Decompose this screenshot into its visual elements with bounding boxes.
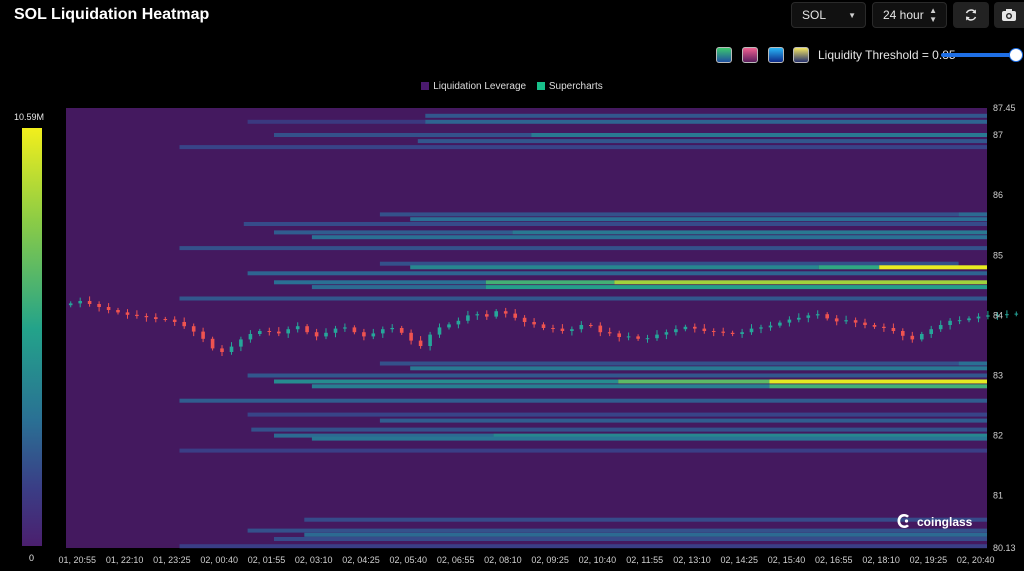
y-tick-label: 85 [993,250,1003,260]
liquidity-band [251,427,988,432]
liquidity-band [179,246,987,251]
liquidity-band [769,384,987,389]
x-tick-label: 01, 20:55 [59,555,97,565]
x-tick-label: 02, 00:40 [200,555,238,565]
x-tick-label: 02, 05:40 [390,555,428,565]
candle [1014,311,1019,317]
x-tick-label: 02, 15:40 [768,555,806,565]
x-tick-label: 02, 03:10 [295,555,333,565]
liquidity-band [274,379,619,384]
x-tick-label: 02, 11:55 [626,555,663,565]
liquidity-band [769,379,987,384]
y-tick-label: 83 [993,371,1003,381]
x-tick-label: 02, 06:55 [437,555,475,565]
liquidity-band [179,448,987,453]
x-tick-label: 02, 14:25 [721,555,759,565]
liquidity-band [304,517,987,522]
liquidity-band [485,285,987,290]
liquidity-band [311,285,486,290]
y-tick-label: 86 [993,190,1003,200]
x-tick-label: 02, 09:25 [531,555,569,565]
y-tick-label: 80.13 [993,543,1016,553]
y-tick-label: 81 [993,491,1003,501]
liquidity-band [879,265,987,270]
time-axis: 01, 20:55 01, 22:10 01, 23:25 02, 00:40 02, … [59,555,995,565]
liquidity-band [410,217,987,222]
liquidity-band [274,537,987,541]
y-tick-label: 82 [993,431,1003,441]
liquidation-heatmap-chart[interactable]: 87.45 87 86 85 84 83 82 81 80.13 01, 20:55 01, 22… [0,0,1024,571]
liquidity-band [311,235,987,240]
price-axis: 87.45 87 86 85 84 83 82 81 80.13 [993,103,1016,553]
liquidity-band [274,230,513,235]
liquidity-band [247,528,988,533]
liquidity-band [410,366,987,371]
liquidity-band [410,265,819,270]
liquidity-band [179,544,987,549]
liquidity-band [247,373,988,378]
liquidity-band [247,412,988,417]
candle [1005,310,1009,319]
x-tick-label: 02, 08:10 [484,555,522,565]
x-tick-label: 02, 20:40 [957,555,995,565]
x-tick-label: 01, 22:10 [106,555,144,565]
y-tick-label: 84 [993,310,1003,320]
liquidity-band [818,265,880,270]
x-tick-label: 01, 23:25 [153,555,191,565]
x-tick-label: 02, 19:25 [910,555,948,565]
liquidity-band [379,261,959,266]
liquidity-band [311,436,987,441]
coinglass-logo-text: coinglass [917,515,973,529]
liquidity-band [618,379,770,384]
liquidity-band [425,113,987,118]
liquidity-band [274,133,532,137]
liquidity-band [247,119,426,124]
liquidity-band [379,361,959,366]
x-tick-label: 02, 01:55 [248,555,286,565]
x-tick-label: 02, 16:55 [815,555,853,565]
liquidity-band [247,271,988,276]
liquidity-band [425,119,987,124]
x-tick-label: 02, 04:25 [342,555,380,565]
liquidity-band [531,133,987,137]
liquidity-band [417,139,987,144]
x-tick-label: 02, 18:10 [862,555,900,565]
liquidity-band [179,398,987,403]
heatmap-background [66,108,987,548]
liquidity-band [304,532,987,537]
liquidity-band [274,280,486,285]
liquidity-band [485,280,615,285]
liquidity-band [379,418,987,423]
x-tick-label: 02, 10:40 [579,555,617,565]
liquidity-band [958,212,987,217]
liquidity-band [512,230,987,235]
x-tick-label: 02, 13:10 [673,555,711,565]
liquidity-band [179,296,987,301]
y-tick-label: 87 [993,130,1003,140]
y-tick-label: 87.45 [993,103,1016,113]
liquidity-band [179,145,987,150]
liquidity-band [243,222,988,226]
liquidity-band [379,212,959,217]
liquidity-band [614,280,987,285]
liquidity-band [958,361,987,366]
liquidity-band [311,384,770,389]
